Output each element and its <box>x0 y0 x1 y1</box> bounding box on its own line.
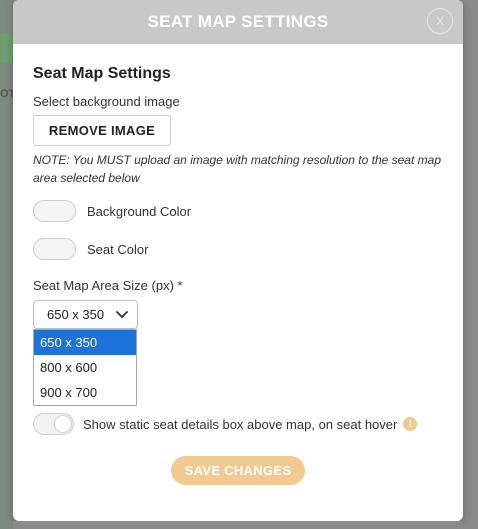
close-button[interactable]: X <box>427 8 453 34</box>
static-details-toggle[interactable] <box>33 413 74 435</box>
backdrop-left-panel <box>0 0 14 529</box>
background-color-picker[interactable] <box>33 200 76 222</box>
area-size-select[interactable]: 650 x 350 <box>33 300 138 329</box>
area-size-dropdown: 650 x 350 800 x 600 900 x 700 <box>33 329 137 406</box>
section-title: Seat Map Settings <box>33 65 171 82</box>
area-size-option[interactable]: 650 x 350 <box>34 330 136 355</box>
static-details-row: Show static seat details box above map, … <box>33 413 418 435</box>
seat-color-picker[interactable] <box>33 238 76 260</box>
modal-title: SEAT MAP SETTINGS <box>147 12 329 31</box>
info-icon[interactable]: ! <box>403 417 418 431</box>
backdrop-tab <box>0 33 14 63</box>
background-color-label: Background Color <box>87 203 192 219</box>
save-changes-button[interactable]: SAVE CHANGES <box>171 456 305 485</box>
seat-color-row: Seat Color <box>33 237 148 261</box>
area-size-selected-value: 650 x 350 <box>47 307 105 322</box>
modal-header: SEAT MAP SETTINGS X <box>13 0 463 44</box>
seat-color-label: Seat Color <box>87 241 149 257</box>
backdrop-bottom <box>13 521 463 529</box>
background-color-row: Background Color <box>33 199 191 223</box>
resolution-note: NOTE: You MUST upload an image with matc… <box>33 153 441 185</box>
area-size-label: Seat Map Area Size (px) * <box>33 278 183 293</box>
area-size-option[interactable]: 900 x 700 <box>34 380 136 405</box>
area-size-option[interactable]: 800 x 600 <box>34 355 136 380</box>
toggle-knob <box>54 415 72 433</box>
static-details-label: Show static seat details box above map, … <box>83 416 398 432</box>
background-image-label: Select background image <box>33 94 180 109</box>
remove-image-button[interactable]: REMOVE IMAGE <box>33 115 171 146</box>
seat-map-settings-modal: SEAT MAP SETTINGS X Seat Map Settings Se… <box>13 0 463 521</box>
chevron-down-icon <box>116 311 128 318</box>
close-icon: X <box>435 14 444 28</box>
